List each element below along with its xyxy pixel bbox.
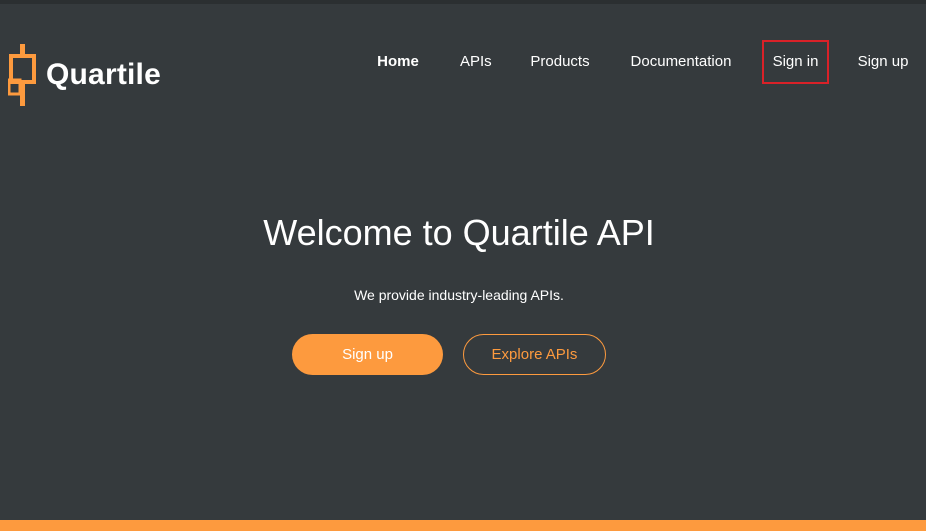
explore-apis-button[interactable]: Explore APIs: [463, 334, 606, 375]
top-border: [0, 0, 926, 4]
nav-home[interactable]: Home: [377, 40, 419, 84]
bottom-accent-bar: [0, 520, 926, 531]
nav-documentation[interactable]: Documentation: [629, 40, 733, 84]
logo[interactable]: Quartile: [8, 44, 161, 106]
logo-text: Quartile: [46, 58, 161, 91]
nav-sign-up[interactable]: Sign up: [857, 40, 909, 84]
hero-title: Welcome to Quartile API: [263, 212, 655, 253]
page: Quartile Home APIs Products Documentatio…: [0, 0, 926, 531]
hero-subtitle: We provide industry-leading APIs.: [354, 287, 564, 303]
nav-apis[interactable]: APIs: [460, 40, 492, 84]
candlestick-icon: [8, 44, 36, 106]
sign-up-button[interactable]: Sign up: [292, 334, 443, 375]
nav-products[interactable]: Products: [530, 40, 590, 84]
nav-sign-in[interactable]: Sign in: [762, 40, 829, 84]
